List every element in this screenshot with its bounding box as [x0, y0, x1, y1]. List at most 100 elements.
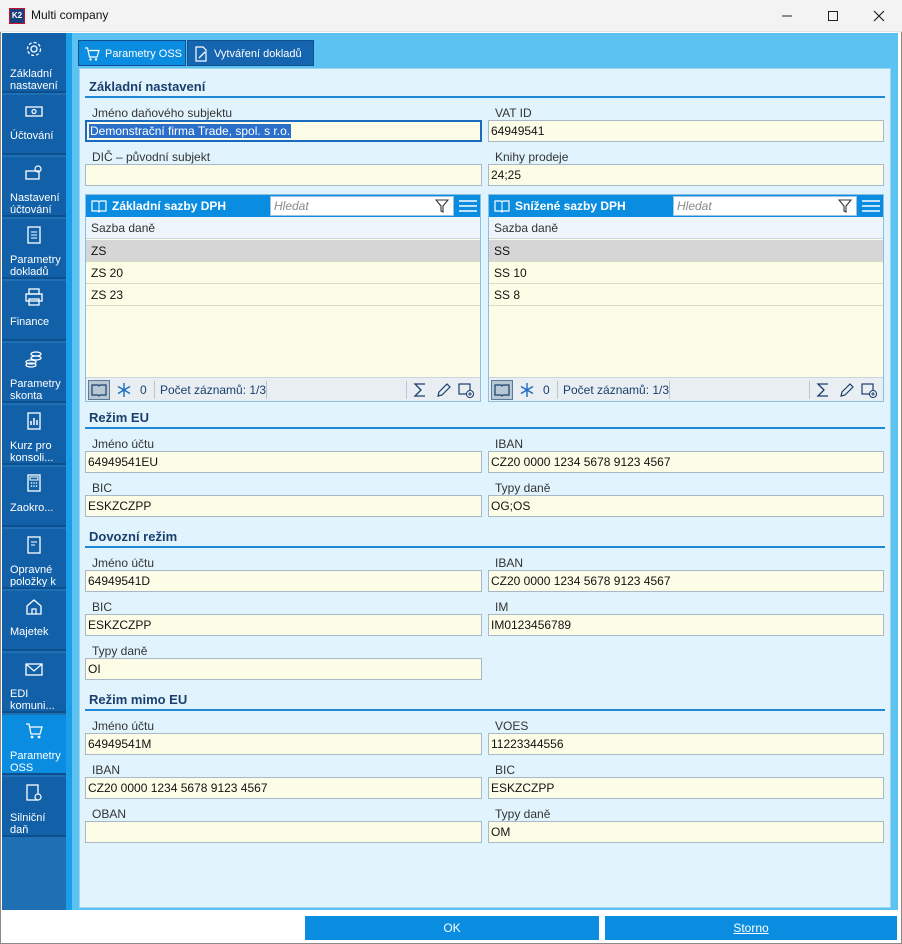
sidebar-item-label: Parametry dokladů samovy [10, 254, 61, 278]
grid-title: Základní sazby DPH [112, 199, 227, 213]
eu-tax-types-field[interactable]: OG;OS [488, 495, 884, 517]
dic-field[interactable] [85, 164, 482, 186]
snowflake-icon[interactable] [519, 382, 535, 398]
non-eu-account-field[interactable]: 64949541M [85, 733, 482, 755]
sidebar-item-rounding[interactable]: Zaokro... [2, 467, 66, 527]
cancel-button[interactable]: Storno [605, 916, 897, 940]
sidebar-item-label: Finance [10, 316, 50, 328]
table-row[interactable]: SS [489, 240, 883, 262]
search-input[interactable]: Hledat [270, 196, 454, 216]
sidebar-item-label: EDI komuni... [10, 688, 55, 712]
non-eu-account-label: Jméno účtu [92, 719, 155, 733]
table-row[interactable]: SS 8 [489, 284, 883, 306]
table-row[interactable]: ZS 23 [86, 284, 480, 306]
sidebar-item-finance[interactable]: Finance [2, 281, 66, 341]
edit-icon[interactable] [839, 382, 855, 398]
sales-books-field[interactable]: 24;25 [488, 164, 884, 186]
import-account-field[interactable]: 64949541D [85, 570, 482, 592]
sidebar-item-oss-params[interactable]: Parametry OSS [2, 715, 66, 775]
sidebar-item-label: Majetek [10, 626, 49, 638]
tax-subject-field[interactable]: Demonstrační firma Trade, spol. s r.o. [85, 120, 482, 142]
tab-oss-params[interactable]: Parametry OSS [78, 40, 186, 66]
asset-icon [26, 599, 42, 615]
book-icon [91, 384, 107, 397]
eu-iban-field[interactable]: CZ20 0000 1234 5678 9123 4567 [488, 451, 884, 473]
document-icon [27, 226, 41, 244]
search-input[interactable]: Hledat [673, 196, 857, 216]
sidebar-item-discount-params[interactable]: Parametry skonta [2, 343, 66, 403]
sidebar-item-consolidation-rate[interactable]: Kurz pro konsoli... [2, 405, 66, 465]
vat-id-field[interactable]: 64949541 [488, 120, 884, 142]
ok-button[interactable]: OK [305, 916, 599, 940]
book-view-button[interactable] [491, 380, 513, 400]
sidebar-item-label: Silniční daň [10, 812, 46, 836]
table-row[interactable]: SS 10 [489, 262, 883, 284]
column-header[interactable]: Sazba daně [86, 217, 480, 239]
sidebar-item-label: Parametry skonta [10, 378, 61, 402]
dic-label: DIČ – původní subjekt [92, 150, 211, 164]
vat-id-label: VAT ID [495, 106, 532, 120]
book-view-button[interactable] [88, 380, 110, 400]
sidebar-item-label: Nastavení účtování DPH [10, 192, 60, 216]
add-record-icon[interactable] [458, 382, 474, 398]
section-divider [85, 546, 885, 548]
import-im-field[interactable]: IM0123456789 [488, 614, 884, 636]
record-count: Počet záznamů: 1/3 [563, 383, 670, 397]
sidebar-item-label: Parametry OSS [10, 750, 61, 774]
record-count: Počet záznamů: 1/3 [160, 383, 267, 397]
add-record-icon[interactable] [861, 382, 877, 398]
sidebar-item-road-tax[interactable]: Silniční daň [2, 777, 66, 837]
minimize-button[interactable] [764, 0, 810, 32]
filter-icon[interactable] [838, 199, 852, 213]
sidebar-item-assets[interactable]: Majetek [2, 591, 66, 651]
import-bic-field[interactable]: ESKZCZPP [85, 614, 482, 636]
menu-icon[interactable] [861, 198, 881, 214]
section-divider [85, 96, 885, 98]
close-icon [873, 10, 885, 22]
sidebar-item-edi[interactable]: EDI komuni... [2, 653, 66, 713]
section-title-import: Dovozní režim [89, 529, 178, 544]
menu-icon[interactable] [458, 198, 478, 214]
eu-account-label: Jméno účtu [92, 437, 155, 451]
document-create-icon [195, 46, 207, 62]
maximize-button[interactable] [810, 0, 856, 32]
voes-field[interactable]: 11223344556 [488, 733, 884, 755]
sidebar-item-accounting[interactable]: Účtování [2, 95, 66, 155]
reduced-vat-rates-grid: Snížené sazby DPH Hledat Sazba daně SS S… [488, 194, 884, 402]
footer-separator [266, 381, 267, 399]
table-row[interactable]: ZS [86, 240, 480, 262]
document-edit-icon [27, 536, 41, 554]
column-header[interactable]: Sazba daně [489, 217, 883, 239]
non-eu-tax-types-field[interactable]: OM [488, 821, 884, 843]
sidebar-item-label: Základní nastavení [10, 68, 58, 92]
non-eu-iban-field[interactable]: CZ20 0000 1234 5678 9123 4567 [85, 777, 482, 799]
sidebar-item-basic-settings[interactable]: Základní nastavení [2, 33, 66, 93]
footer-separator [809, 381, 810, 399]
sidebar-item-document-params[interactable]: Parametry dokladů samovy [2, 219, 66, 279]
cart-icon [26, 723, 43, 739]
import-iban-field[interactable]: CZ20 0000 1234 5678 9123 4567 [488, 570, 884, 592]
eu-account-field[interactable]: 64949541EU [85, 451, 482, 473]
non-eu-bic-field[interactable]: ESKZCZPP [488, 777, 884, 799]
oban-field[interactable] [85, 821, 482, 843]
document-gear-icon [26, 784, 42, 801]
coins-icon [25, 351, 42, 368]
sidebar-item-vat-accounting[interactable]: Nastavení účtování DPH [2, 157, 66, 217]
sidebar-item-adjustments[interactable]: Opravné položky k pohled [2, 529, 66, 589]
table-row[interactable]: ZS 20 [86, 262, 480, 284]
money-icon [25, 106, 43, 117]
basic-vat-rates-grid: Základní sazby DPH Hledat Sazba daně ZS … [85, 194, 481, 402]
close-button[interactable] [856, 0, 902, 32]
sum-icon[interactable] [412, 382, 428, 398]
import-tax-types-field[interactable]: OI [85, 658, 482, 680]
footer-separator [557, 381, 558, 399]
filter-icon[interactable] [435, 199, 449, 213]
eu-bic-field[interactable]: ESKZCZPP [85, 495, 482, 517]
edit-icon[interactable] [436, 382, 452, 398]
tab-document-creation[interactable]: Vytváření dokladů [187, 40, 314, 66]
footer-separator [669, 381, 670, 399]
grid-footer: 0 Počet záznamů: 1/3 [86, 377, 480, 401]
sum-icon[interactable] [815, 382, 831, 398]
snowflake-icon[interactable] [116, 382, 132, 398]
import-account-label: Jméno účtu [92, 556, 155, 570]
